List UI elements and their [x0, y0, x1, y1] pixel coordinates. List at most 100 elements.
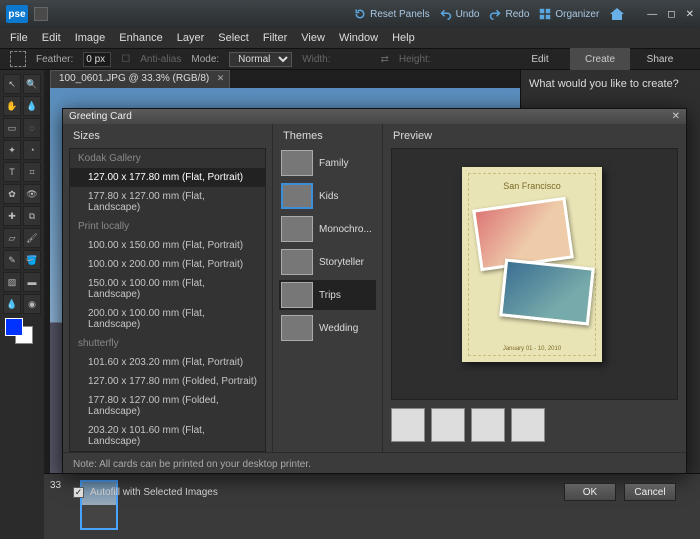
size-group: Print locally — [70, 217, 265, 236]
color-swatches[interactable] — [3, 316, 41, 346]
dialog-title: Greeting Card — [69, 111, 132, 122]
autofill-checkbox[interactable]: ✓ — [73, 487, 84, 498]
theme-thumb — [281, 216, 313, 242]
redo-button[interactable]: Redo — [489, 8, 529, 20]
fg-color[interactable] — [5, 318, 23, 336]
preview-column: Preview San Francisco January 01 - 10, 2… — [383, 124, 686, 452]
menu-file[interactable]: File — [10, 32, 28, 44]
themes-header: Themes — [273, 124, 382, 148]
theme-label: Trips — [319, 290, 341, 301]
preview-area: San Francisco January 01 - 10, 2010 — [391, 148, 678, 400]
menu-layer[interactable]: Layer — [177, 32, 205, 44]
variant-thumb[interactable] — [431, 408, 465, 442]
tab-create[interactable]: Create — [570, 48, 630, 70]
size-option[interactable]: 150.00 x 100.00 mm (Flat, Landscape) — [70, 274, 265, 304]
tool-eyedrop[interactable]: 💧 — [23, 96, 41, 116]
sizes-list[interactable]: Kodak Gallery 127.00 x 177.80 mm (Flat, … — [69, 148, 266, 452]
feather-input[interactable] — [83, 52, 111, 67]
size-option[interactable]: 177.80 x 127.00 mm (Flat, Landscape) — [70, 187, 265, 217]
theme-thumb — [281, 282, 313, 308]
tool-cookie[interactable]: ✿ — [3, 184, 21, 204]
menu-help[interactable]: Help — [392, 32, 415, 44]
tool-shape[interactable]: ▬ — [23, 272, 41, 292]
menu-edit[interactable]: Edit — [42, 32, 61, 44]
variant-thumb[interactable] — [391, 408, 425, 442]
size-option[interactable]: 100.00 x 200.00 mm (Flat, Portrait) — [70, 255, 265, 274]
tool-smart[interactable]: ✎ — [3, 250, 21, 270]
document-tab[interactable]: 100_0601.JPG @ 33.3% (RGB/8) ✕ — [50, 70, 230, 88]
reset-panels-label: Reset Panels — [370, 9, 429, 20]
tool-brush[interactable]: 🖌 — [23, 228, 41, 248]
antialias-label: Anti-alias — [140, 54, 181, 65]
close-button[interactable]: ✕ — [686, 9, 694, 20]
tab-share[interactable]: Share — [630, 48, 690, 70]
tool-hand[interactable]: ✋ — [3, 96, 21, 116]
theme-option[interactable]: Kids — [279, 181, 376, 211]
mode-select[interactable]: Normal — [229, 52, 292, 67]
marquee-tool-icon[interactable] — [10, 51, 26, 67]
theme-label: Monochro... — [319, 224, 372, 235]
tool-heal[interactable]: ✚ — [3, 206, 21, 226]
size-option[interactable]: 203.20 x 101.60 mm (Flat, Landscape) — [70, 421, 265, 451]
tool-lasso[interactable]: ◌ — [23, 118, 41, 138]
tool-gradient[interactable]: ▨ — [3, 272, 21, 292]
size-option[interactable]: 200.00 x 100.00 mm (Flat, Landscape) — [70, 304, 265, 334]
size-option[interactable]: 127.00 x 177.80 mm (Flat, Portrait) — [70, 168, 265, 187]
tool-wand[interactable]: ✦ — [3, 140, 21, 160]
app-logo: pse — [6, 5, 28, 23]
size-option[interactable]: 127.00 x 177.80 mm (Folded, Portrait) — [70, 372, 265, 391]
undo-button[interactable]: Undo — [440, 8, 480, 20]
menu-enhance[interactable]: Enhance — [119, 32, 162, 44]
variant-thumb[interactable] — [511, 408, 545, 442]
tab-edit[interactable]: Edit — [510, 48, 570, 70]
tool-type[interactable]: T — [3, 162, 21, 182]
home-icon[interactable] — [609, 6, 625, 22]
tool-clone[interactable]: ⧉ — [23, 206, 41, 226]
tool-fill[interactable]: 🪣 — [23, 250, 41, 270]
mode-label: Mode: — [191, 54, 219, 65]
feather-label: Feather: — [36, 54, 73, 65]
theme-option[interactable]: Storyteller — [279, 247, 376, 277]
theme-option[interactable]: Family — [279, 148, 376, 178]
create-panel-prompt: What would you like to create? — [529, 78, 692, 90]
size-option[interactable]: 177.80 x 127.00 mm (Folded, Landscape) — [70, 391, 265, 421]
tool-zoom[interactable]: 🔍 — [23, 74, 41, 94]
options-bar: Feather: ☐ Anti-alias Mode: Normal Width… — [0, 48, 700, 70]
variant-thumb[interactable] — [471, 408, 505, 442]
menu-image[interactable]: Image — [75, 32, 106, 44]
theme-option[interactable]: Monochro... — [279, 214, 376, 244]
tool-blur[interactable]: 💧 — [3, 294, 21, 314]
menu-select[interactable]: Select — [218, 32, 249, 44]
tool-redeye[interactable]: 👁 — [23, 184, 41, 204]
size-option[interactable]: 101.60 x 203.20 mm (Flat, Portrait) — [70, 353, 265, 372]
tool-eraser[interactable]: ▱ — [3, 228, 21, 248]
maximize-button[interactable]: ◻ — [667, 9, 675, 20]
menu-window[interactable]: Window — [339, 32, 378, 44]
organizer-button[interactable]: Organizer — [539, 8, 599, 20]
dialog-close-icon[interactable]: ✕ — [672, 111, 680, 122]
theme-thumb — [281, 315, 313, 341]
theme-option[interactable]: Trips — [279, 280, 376, 310]
document-tab-label: 100_0601.JPG @ 33.3% (RGB/8) — [59, 73, 209, 84]
tool-sponge[interactable]: ◉ — [23, 294, 41, 314]
cancel-button[interactable]: Cancel — [624, 483, 676, 501]
theme-option[interactable]: Wedding — [279, 313, 376, 343]
tool-crop[interactable]: ⌗ — [23, 162, 41, 182]
menu-filter[interactable]: Filter — [263, 32, 287, 44]
tool-move[interactable]: ↖ — [3, 74, 21, 94]
dialog-title-bar[interactable]: Greeting Card ✕ — [63, 109, 686, 124]
tool-marquee[interactable]: ▭ — [3, 118, 21, 138]
height-label: Height: — [399, 54, 431, 65]
ok-button[interactable]: OK — [564, 483, 616, 501]
reset-panels-button[interactable]: Reset Panels — [354, 8, 429, 20]
theme-label: Storyteller — [319, 257, 364, 268]
tool-quicksel[interactable]: ◔ — [23, 140, 41, 160]
card-preview: San Francisco January 01 - 10, 2010 — [462, 167, 602, 362]
close-icon[interactable]: ✕ — [217, 73, 225, 84]
theme-list[interactable]: Family Kids Monochro... Storyteller Trip… — [273, 148, 382, 452]
panel-layout-icon[interactable] — [34, 7, 48, 21]
menu-view[interactable]: View — [301, 32, 325, 44]
minimize-button[interactable]: — — [647, 9, 657, 20]
theme-thumb — [281, 150, 313, 176]
size-option[interactable]: 100.00 x 150.00 mm (Flat, Portrait) — [70, 236, 265, 255]
